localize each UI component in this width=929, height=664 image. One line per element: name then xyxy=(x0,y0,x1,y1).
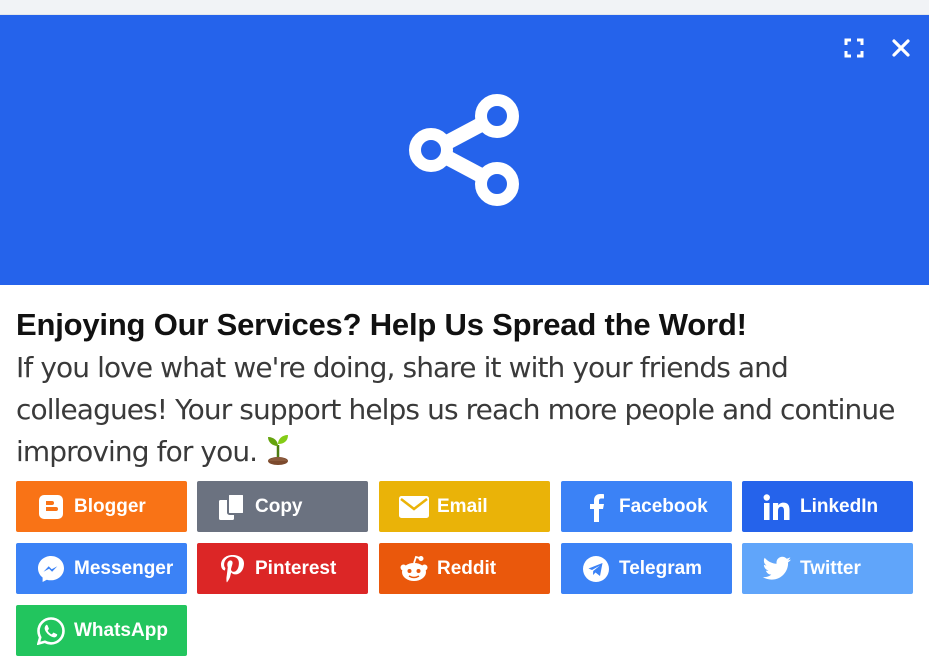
dialog-header xyxy=(0,15,929,285)
share-button-label: Email xyxy=(437,495,488,517)
messenger-icon xyxy=(36,554,66,584)
whatsapp-icon xyxy=(36,616,66,646)
reddit-icon xyxy=(399,554,429,584)
share-facebook-button[interactable]: Facebook xyxy=(561,481,732,532)
share-copy-button[interactable]: Copy xyxy=(197,481,368,532)
telegram-icon xyxy=(581,554,611,584)
share-whatsapp-button[interactable]: WhatsApp xyxy=(16,605,187,656)
share-icon xyxy=(409,94,519,206)
share-email-button[interactable]: Email xyxy=(379,481,550,532)
close-button[interactable] xyxy=(888,35,914,61)
share-blogger-button[interactable]: Blogger xyxy=(16,481,187,532)
share-reddit-button[interactable]: Reddit xyxy=(379,543,550,594)
share-button-label: Twitter xyxy=(800,557,861,579)
share-button-label: WhatsApp xyxy=(74,619,168,641)
expand-icon xyxy=(844,38,864,58)
copy-icon xyxy=(217,492,247,522)
twitter-icon xyxy=(762,554,792,584)
share-button-label: Reddit xyxy=(437,557,497,579)
share-button-label: Facebook xyxy=(619,495,708,517)
dialog-description: If you love what we're doing, share it w… xyxy=(16,347,911,473)
share-button-label: Blogger xyxy=(74,495,146,517)
sprout-icon xyxy=(268,435,289,465)
share-button-label: LinkedIn xyxy=(800,495,879,517)
email-icon xyxy=(399,492,429,522)
share-twitter-button[interactable]: Twitter xyxy=(742,543,913,594)
facebook-icon xyxy=(581,492,611,522)
description-text: If you love what we're doing, share it w… xyxy=(16,351,895,468)
share-button-label: Copy xyxy=(255,495,303,517)
pinterest-icon xyxy=(217,554,247,584)
top-bar xyxy=(0,0,929,15)
share-button-label: Messenger xyxy=(74,557,174,579)
share-button-label: Pinterest xyxy=(255,557,337,579)
blogger-icon xyxy=(36,492,66,522)
close-icon xyxy=(892,39,910,57)
share-button-label: Telegram xyxy=(619,557,703,579)
linkedin-icon xyxy=(762,492,792,522)
share-linkedin-button[interactable]: LinkedIn xyxy=(742,481,913,532)
share-messenger-button[interactable]: Messenger xyxy=(16,543,187,594)
expand-button[interactable] xyxy=(841,35,867,61)
dialog-title: Enjoying Our Services? Help Us Spread th… xyxy=(16,307,747,342)
share-pinterest-button[interactable]: Pinterest xyxy=(197,543,368,594)
share-telegram-button[interactable]: Telegram xyxy=(561,543,732,594)
